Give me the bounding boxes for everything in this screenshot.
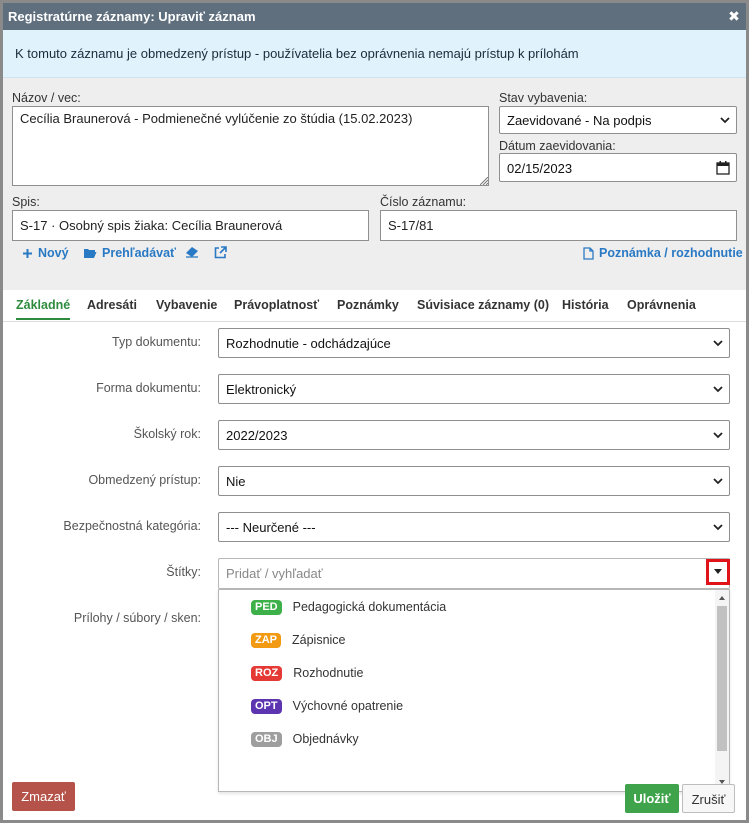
spis-input[interactable]: S-17 · Osobný spis žiaka: Cecília Braune… — [12, 210, 369, 241]
cislo-input[interactable]: S-17/81 — [380, 210, 737, 241]
rok-label: Školský rok: — [133, 427, 201, 441]
nazov-textarea[interactable]: Cecília Braunerová - Podmienečné vylúčen… — [12, 106, 489, 186]
rok-select[interactable]: 2022/2023 — [218, 420, 730, 450]
tab-poznamky[interactable]: Poznámky — [337, 298, 399, 312]
calendar-icon[interactable] — [716, 161, 730, 175]
tag-badge: PED — [251, 599, 282, 615]
typ-select[interactable]: Rozhodnutie - odchádzajúce — [218, 328, 730, 358]
stav-select-value: Zaevidované - Na podpis — [507, 113, 652, 128]
kategoria-label: Bezpečnostná kategória: — [63, 519, 201, 533]
pristup-value: Nie — [226, 474, 246, 489]
dropdown-scrollbar[interactable] — [715, 590, 729, 791]
dialog-titlebar: Registratúrne záznamy: Upraviť záznam ✖ — [3, 3, 746, 30]
record-link-actions: Nový Prehľadávať Poznámka / rozhodnutie — [3, 243, 746, 269]
chevron-down-icon — [713, 340, 723, 347]
scroll-up-icon[interactable] — [718, 594, 726, 602]
tags-search-placeholder: Pridať / vyhľadať — [226, 566, 323, 581]
datum-label: Dátum zaevidovania: — [499, 139, 616, 153]
tag-option-label: Objednávky — [292, 732, 359, 746]
cislo-label: Číslo záznamu: — [380, 195, 467, 209]
restricted-access-notice: K tomuto záznamu je obmedzený prístup - … — [3, 30, 746, 78]
open-external-link[interactable] — [214, 246, 227, 259]
spis-label: Spis: — [12, 195, 40, 209]
tab-historia[interactable]: História — [562, 298, 609, 312]
tab-zakladne[interactable]: Základné — [16, 298, 71, 320]
tab-pravoplatnost[interactable]: Právoplatnosť — [234, 298, 319, 312]
tag-badge: OPT — [251, 698, 282, 714]
cancel-button[interactable]: Zrušiť — [682, 784, 735, 813]
chevron-down-icon — [713, 478, 723, 485]
kategoria-select[interactable]: --- Neurčené --- — [218, 512, 730, 542]
tag-option-label: Výchovné opatrenie — [292, 699, 404, 713]
tag-badge: ZAP — [251, 632, 281, 648]
tags-dropdown-list: PED Pedagogická dokumentácia ZAP Zápisni… — [218, 589, 730, 792]
delete-button[interactable]: Zmazať — [12, 782, 75, 811]
forma-value: Elektronický — [226, 382, 297, 397]
new-link-label: Nový — [38, 246, 69, 260]
forma-label: Forma dokumentu: — [96, 381, 201, 395]
rok-value: 2022/2023 — [226, 428, 288, 443]
typ-value: Rozhodnutie - odchádzajúce — [226, 336, 391, 351]
plus-icon — [23, 248, 32, 258]
stav-label: Stav vybavenia: — [499, 91, 588, 105]
tab-suvisiace-zaznamy[interactable]: Súvisiace záznamy (0) — [417, 298, 549, 312]
record-tabs: Základné Adresáti Vybavenie Právoplatnos… — [3, 290, 746, 322]
tag-option-obj[interactable]: OBJ Objednávky — [251, 730, 359, 748]
new-link[interactable]: Nový — [22, 246, 69, 260]
scrollbar-thumb[interactable] — [717, 606, 727, 751]
folder-open-icon — [84, 249, 97, 258]
pristup-label: Obmedzený prístup: — [88, 473, 201, 487]
prilohy-label: Prílohy / súbory / sken: — [73, 611, 201, 625]
document-icon — [583, 246, 594, 260]
eraser-link[interactable] — [185, 246, 199, 258]
note-decision-label: Poznámka / rozhodnutie — [599, 246, 743, 260]
datum-date-input[interactable]: 02/15/2023 — [499, 153, 737, 182]
edit-record-dialog: Registratúrne záznamy: Upraviť záznam ✖ … — [0, 0, 749, 823]
tab-adresati[interactable]: Adresáti — [87, 298, 137, 312]
tab-vybavenie[interactable]: Vybavenie — [156, 298, 217, 312]
tags-search-input[interactable]: Pridať / vyhľadať — [218, 558, 730, 589]
chevron-down-icon — [713, 432, 723, 439]
eraser-icon — [186, 247, 198, 258]
tag-option-label: Zápisnice — [292, 633, 346, 647]
chevron-down-icon — [720, 117, 730, 124]
chevron-down-icon — [713, 524, 723, 531]
save-button[interactable]: Uložiť — [625, 784, 679, 813]
datum-value: 02/15/2023 — [507, 161, 573, 176]
tags-dropdown-toggle[interactable] — [706, 559, 730, 585]
dialog-title: Registratúrne záznamy: Upraviť záznam — [8, 9, 256, 24]
tag-option-roz[interactable]: ROZ Rozhodnutie — [251, 664, 363, 682]
tag-option-label: Pedagogická dokumentácia — [292, 600, 447, 614]
browse-link-label: Prehľadávať — [102, 246, 177, 260]
caret-down-icon — [714, 569, 722, 574]
stitky-label: Štítky: — [166, 565, 201, 579]
pristup-select[interactable]: Nie — [218, 466, 730, 496]
tag-option-zap[interactable]: ZAP Zápisnice — [251, 631, 346, 649]
tab-opravnenia[interactable]: Oprávnenia — [627, 298, 696, 312]
external-link-icon — [214, 246, 227, 259]
kategoria-value: --- Neurčené --- — [226, 520, 316, 535]
tag-badge: OBJ — [251, 731, 282, 747]
chevron-down-icon — [713, 386, 723, 393]
tag-badge: ROZ — [251, 665, 283, 681]
tag-option-opt[interactable]: OPT Výchovné opatrenie — [251, 697, 403, 715]
tag-option-label: Rozhodnutie — [293, 666, 364, 680]
forma-select[interactable]: Elektronický — [218, 374, 730, 404]
resize-grip-icon — [480, 177, 488, 185]
typ-label: Typ dokumentu: — [112, 335, 201, 349]
note-decision-link[interactable]: Poznámka / rozhodnutie — [583, 246, 743, 260]
close-icon[interactable]: ✖ — [726, 3, 742, 30]
tag-option-ped[interactable]: PED Pedagogická dokumentácia — [251, 598, 446, 616]
nazov-label: Názov / vec: — [12, 91, 81, 105]
browse-link[interactable]: Prehľadávať — [83, 246, 176, 260]
stav-select[interactable]: Zaevidované - Na podpis — [499, 106, 737, 134]
